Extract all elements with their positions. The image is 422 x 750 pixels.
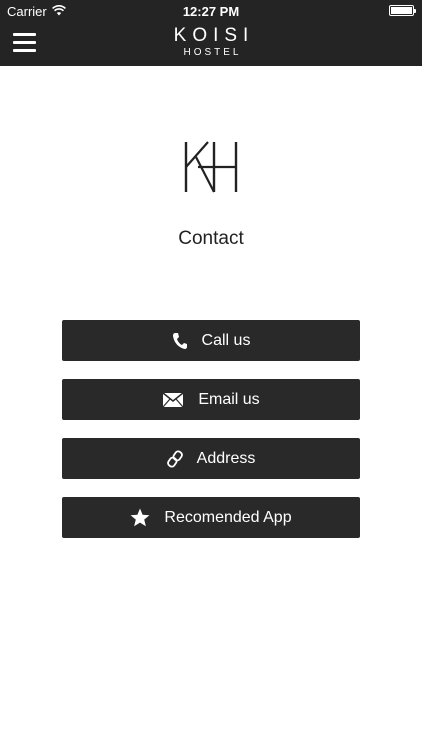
battery-icon [389,5,416,16]
address-label: Address [196,449,256,467]
status-bar: Carrier 12:27 PM [0,0,422,22]
email-us-button[interactable]: Email us [62,379,360,420]
call-us-label: Call us [201,331,251,349]
status-time: 12:27 PM [182,4,240,19]
brand-sub: HOSTEL [183,47,242,58]
phone-icon [172,332,188,350]
star-icon [130,508,150,527]
app-screen: Carrier 12:27 PM KOISI HOSTEL Contact Ca… [0,0,422,750]
kh-logo-icon [184,140,238,194]
call-us-button[interactable]: Call us [62,320,360,361]
envelope-icon [162,391,184,408]
page-title: Contact [178,228,244,249]
top-bar: Carrier 12:27 PM KOISI HOSTEL [0,0,422,66]
link-icon [166,449,183,468]
brand-logo: KOISI HOSTEL [0,26,422,59]
recommended-app-button[interactable]: Recomended App [62,497,360,538]
recommended-app-label: Recomended App [164,508,292,526]
address-button[interactable]: Address [62,438,360,479]
email-us-label: Email us [198,390,260,408]
brand-name: KOISI [173,25,255,46]
